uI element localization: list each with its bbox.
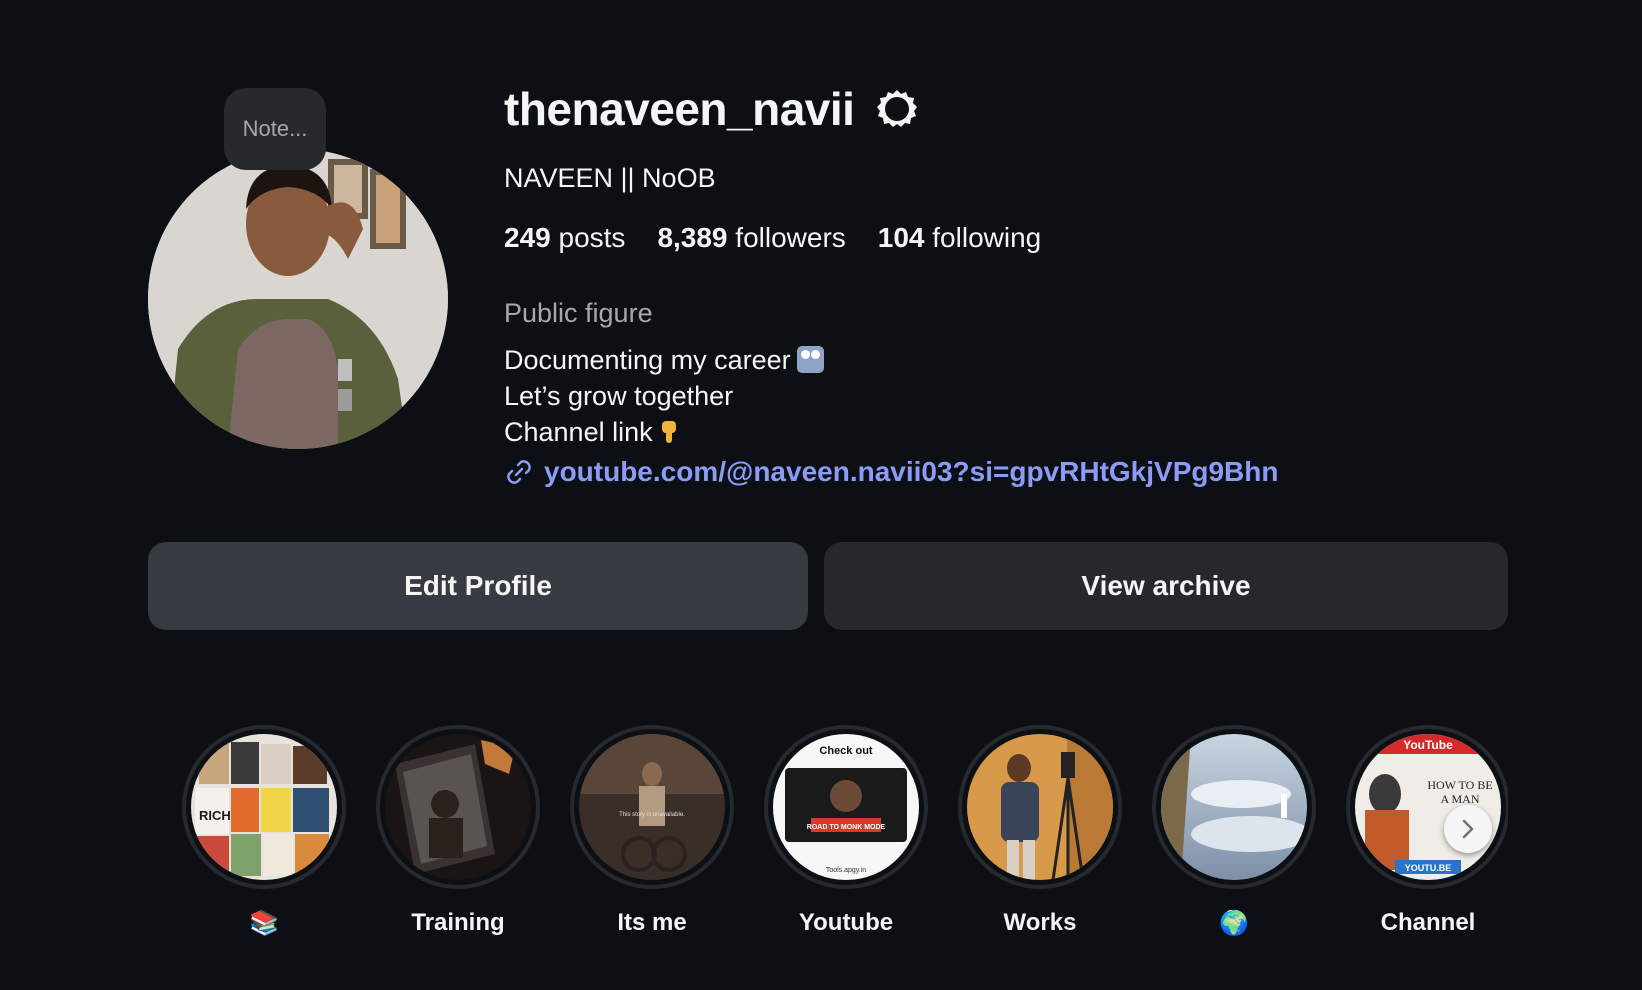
highlight-item[interactable]: RICH 📚 <box>178 725 350 939</box>
followers-label: followers <box>735 222 846 253</box>
channel-cover-footer: YOUTU.BE <box>1405 863 1452 873</box>
channel-cover-top: YouTube <box>1403 738 1453 752</box>
highlight-item[interactable]: Works <box>954 725 1126 939</box>
posts-count: 249 <box>504 222 551 253</box>
username: thenaveen_navii <box>504 83 855 135</box>
followers-stat[interactable]: 8,389 followers <box>657 222 845 254</box>
note-placeholder: Note... <box>242 116 308 141</box>
story-highlights: RICH 📚 Training This story is unavailabl… <box>178 725 1508 955</box>
following-label: following <box>932 222 1042 253</box>
highlight-cover-works <box>967 734 1113 880</box>
profile-stats: 249 posts 8,389 followers 104 following <box>504 222 1073 254</box>
bio-line-3-text: Channel link <box>504 417 653 447</box>
highlight-cover-books: RICH <box>191 734 337 880</box>
youtube-cover-banner: ROAD TO MONK MODE <box>807 824 886 831</box>
category-label: Public figure <box>504 298 653 328</box>
unavailable-story-text: This story is unavailable. <box>619 812 685 818</box>
highlight-item[interactable]: This story is unavailable. Its me <box>566 725 738 939</box>
highlight-label: 🌍 <box>1219 910 1249 937</box>
highlight-label: Works <box>1003 909 1077 936</box>
highlight-label: Training <box>411 909 505 936</box>
view-archive-button[interactable]: View archive <box>824 542 1508 630</box>
highlight-cover-youtube: Check out ROAD TO MONK MODE Tools.apgy.i… <box>773 734 919 880</box>
profile-page: Note... thenaveen_navii NAVEEN || NoOB 2… <box>0 0 1642 990</box>
bio-line-3: Channel link <box>504 414 824 452</box>
settings-gear-icon[interactable] <box>874 86 920 132</box>
highlight-cover-its-me: This story is unavailable. <box>579 734 725 880</box>
channel-cover-title: HOW TO BE A MAN <box>1427 778 1493 806</box>
highlight-item[interactable]: Training <box>372 725 544 939</box>
highlight-ring: Check out ROAD TO MONK MODE Tools.apgy.i… <box>764 725 928 889</box>
pointing-down-icon <box>661 416 677 452</box>
highlight-label: Channel <box>1380 909 1476 936</box>
bio-line-1: Documenting my career <box>504 342 824 378</box>
highlight-item[interactable]: Check out ROAD TO MONK MODE Tools.apgy.i… <box>760 725 932 939</box>
youtube-cover-title: Check out <box>819 745 873 757</box>
youtube-cover-footer: Tools.apgy.in <box>826 867 866 874</box>
highlight-label: 📚 <box>249 910 279 937</box>
posts-label: posts <box>558 222 626 253</box>
highlight-cover-training <box>385 734 531 880</box>
posts-stat[interactable]: 249 posts <box>504 222 625 254</box>
following-stat[interactable]: 104 following <box>878 222 1041 254</box>
note-bubble[interactable]: Note... <box>224 88 326 170</box>
highlight-ring: RICH <box>182 725 346 889</box>
bio-line-2: Let’s grow together <box>504 381 734 411</box>
books-cover-text: RICH <box>199 808 231 823</box>
bio: Documenting my career Let’s grow togethe… <box>504 342 824 452</box>
full-name: NAVEEN || NoOB <box>504 163 716 193</box>
highlight-item[interactable]: 🌍 <box>1148 725 1320 939</box>
edit-profile-button[interactable]: Edit Profile <box>148 542 808 630</box>
external-link-text: youtube.com/@naveen.navii03?si=gpvRHtGkj… <box>544 456 1279 487</box>
chevron-right-icon <box>1462 819 1474 839</box>
highlights-next-button[interactable] <box>1444 805 1492 853</box>
highlight-label: Its me <box>617 909 687 936</box>
highlight-ring: This story is unavailable. <box>570 725 734 889</box>
highlight-ring: YouTube HOW TO BE A MAN YOUTU.BE <box>1346 725 1508 889</box>
highlight-label: Youtube <box>798 909 894 936</box>
highlight-cover-landscape <box>1161 734 1307 880</box>
link-icon <box>507 460 531 484</box>
movie-camera-icon <box>796 346 824 373</box>
following-count: 104 <box>877 222 925 253</box>
bio-line-1-text: Documenting my career <box>504 345 791 375</box>
profile-avatar[interactable] <box>148 149 448 449</box>
external-link[interactable]: youtube.com/@naveen.navii03?si=gpvRHtGkj… <box>504 456 1278 488</box>
username-row: thenaveen_navii <box>504 82 920 136</box>
highlight-ring <box>376 725 540 889</box>
highlight-ring <box>1152 725 1316 889</box>
followers-count: 8,389 <box>657 222 728 253</box>
highlight-ring <box>958 725 1122 889</box>
